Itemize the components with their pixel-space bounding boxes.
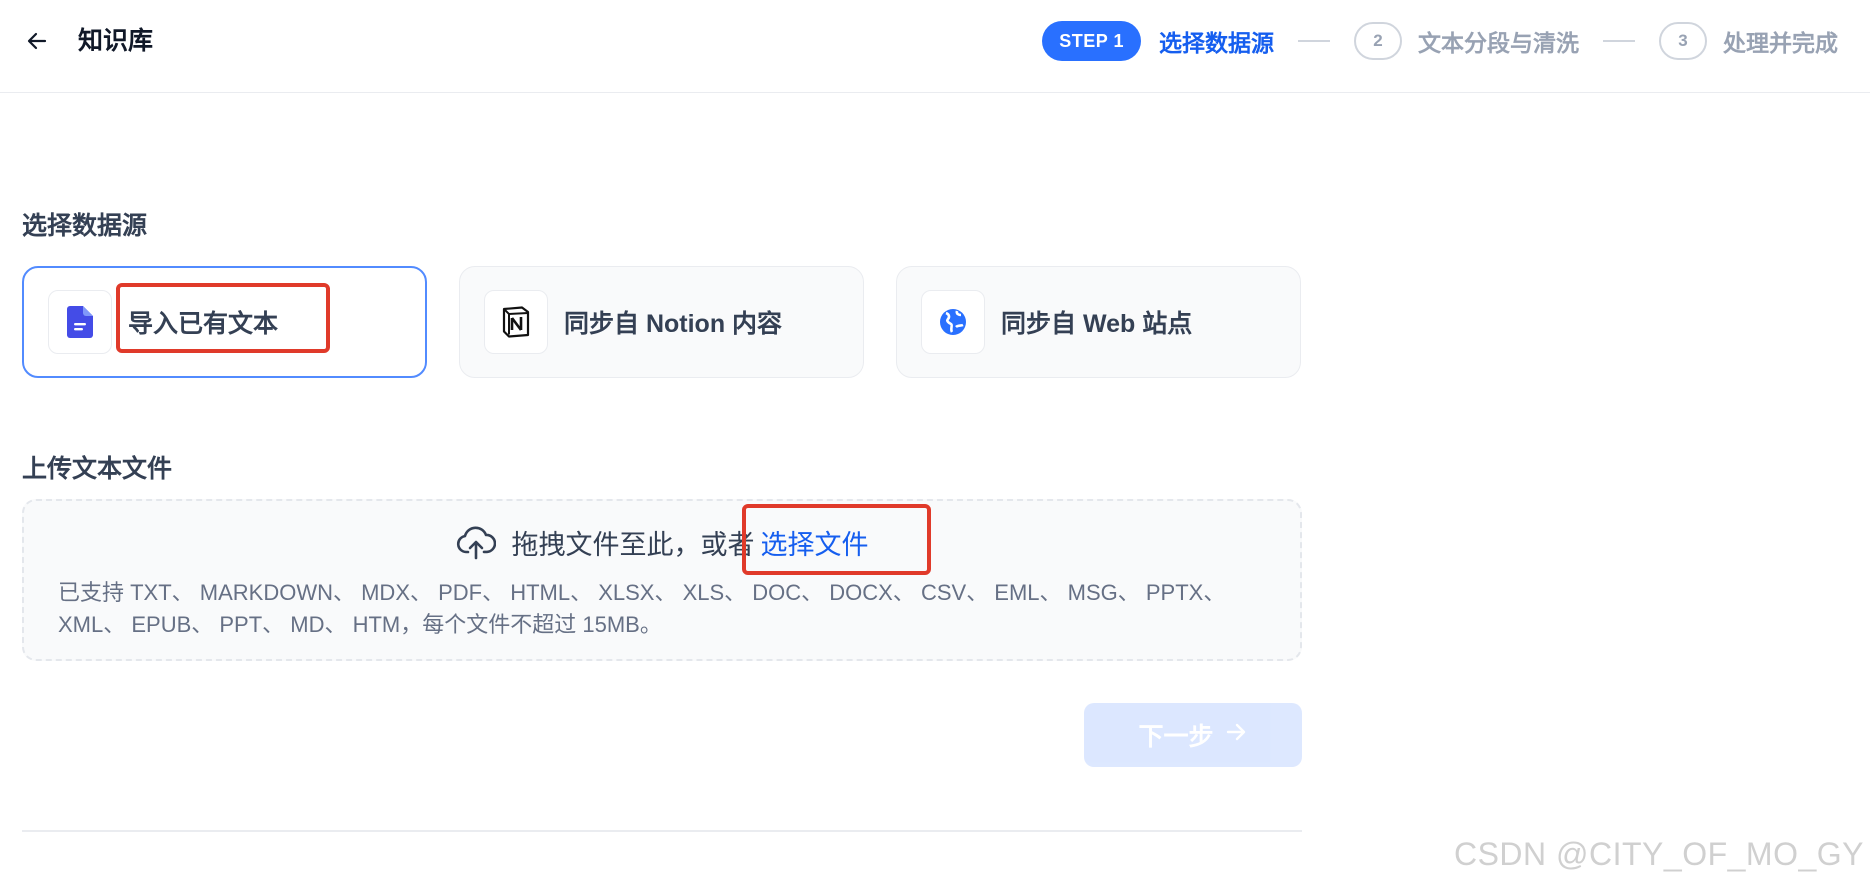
source-option-label: 导入已有文本 bbox=[128, 310, 279, 338]
next-step-label: 下一步 bbox=[1138, 723, 1214, 751]
source-option-label: 同步自 Web 站点 bbox=[1001, 310, 1193, 338]
notion-icon bbox=[484, 290, 548, 354]
select-file-link[interactable]: 选择文件 bbox=[761, 523, 869, 562]
step-2-badge: 2 bbox=[1354, 22, 1402, 60]
bottom-divider bbox=[22, 830, 1302, 832]
upload-prompt-row: 拖拽文件至此，或者 选择文件 bbox=[24, 523, 1300, 562]
globe-icon bbox=[921, 290, 985, 354]
page-title: 知识库 bbox=[78, 27, 154, 55]
source-option-notion[interactable]: 同步自 Notion 内容 bbox=[459, 266, 864, 378]
data-source-title: 选择数据源 bbox=[22, 212, 148, 240]
step-3-badge: 3 bbox=[1659, 22, 1707, 60]
upload-prompt-text: 拖拽文件至此，或者 bbox=[511, 530, 755, 560]
step-indicator: STEP 1 选择数据源 2 文本分段与清洗 3 处理并完成 bbox=[1042, 21, 1838, 61]
step-3-label: 处理并完成 bbox=[1723, 30, 1838, 56]
supported-formats-hint: 已支持 TXT、 MARKDOWN、 MDX、 PDF、 HTML、 XLSX、… bbox=[58, 580, 1226, 637]
cloud-upload-icon bbox=[456, 526, 496, 560]
source-option-web[interactable]: 同步自 Web 站点 bbox=[896, 266, 1301, 378]
step-1-badge: STEP 1 bbox=[1042, 21, 1141, 61]
step-separator bbox=[1603, 40, 1635, 42]
top-header: 知识库 STEP 1 选择数据源 2 文本分段与清洗 3 处理并完成 bbox=[0, 0, 1870, 93]
step-1-label: 选择数据源 bbox=[1159, 30, 1274, 56]
next-step-button[interactable]: 下一步 bbox=[1084, 703, 1302, 767]
source-option-import-text[interactable]: 导入已有文本 bbox=[22, 266, 427, 378]
arrow-right-icon bbox=[1224, 720, 1248, 751]
step-2-label: 文本分段与清洗 bbox=[1418, 30, 1579, 56]
file-drop-zone[interactable]: 拖拽文件至此，或者 选择文件 已支持 TXT、 MARKDOWN、 MDX、 P… bbox=[22, 499, 1302, 661]
source-option-label: 同步自 Notion 内容 bbox=[564, 310, 783, 338]
step-separator bbox=[1298, 40, 1330, 42]
upload-title: 上传文本文件 bbox=[22, 455, 173, 483]
document-icon bbox=[48, 290, 112, 354]
back-arrow-icon[interactable] bbox=[22, 26, 52, 56]
knowledge-create-page: 知识库 STEP 1 选择数据源 2 文本分段与清洗 3 处理并完成 选择数据源… bbox=[0, 0, 1870, 888]
watermark-text: CSDN @CITY_OF_MO_GY bbox=[1453, 836, 1864, 872]
